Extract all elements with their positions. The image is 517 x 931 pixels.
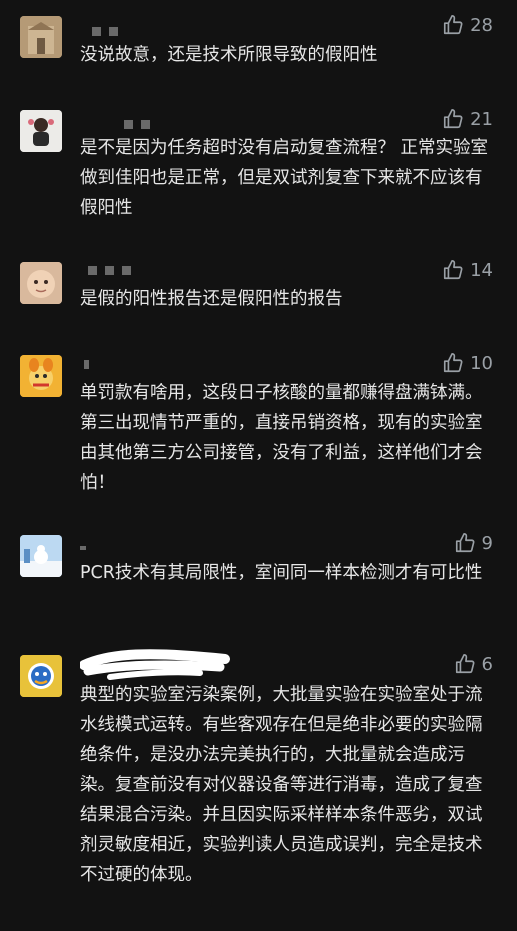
avatar[interactable] — [20, 262, 62, 304]
comment-text: 单罚款有啥用，这段日子核酸的量都赚得盘满钵满。第三出现情节严重的，直接吊销资格，… — [80, 383, 483, 493]
comment-text: 是假的阳性报告还是假阳性的报告 — [80, 289, 343, 309]
thumbs-up-icon — [444, 353, 463, 373]
like-count: 10 — [470, 352, 493, 374]
thumbs-up-icon — [455, 533, 475, 553]
username-redacted — [84, 360, 89, 369]
comment-text: 是不是因为任务超时没有启动复查流程？ 正常实验室做到佳阳也是正常，但是双试剂复查… — [80, 138, 489, 218]
like-count: 21 — [470, 108, 493, 130]
username-redacted — [124, 120, 150, 129]
thumbs-up-icon — [444, 109, 463, 129]
like-count: 14 — [470, 259, 493, 281]
thumbs-up-icon — [444, 15, 463, 35]
like-button[interactable]: 9 — [454, 532, 493, 554]
like-button[interactable]: 21 — [442, 108, 493, 130]
comment-text: 没说故意，还是技术所限导致的假阳性 — [80, 45, 378, 65]
like-count: 6 — [481, 653, 493, 675]
avatar[interactable] — [20, 535, 62, 577]
comment-text: 典型的实验室污染案例，大批量实验在实验室处于流水线模式运转。有些客观存在但是绝非… — [80, 685, 483, 885]
like-count: 28 — [470, 14, 493, 36]
username-redacted — [92, 27, 118, 36]
thumbs-up-icon — [455, 654, 475, 674]
like-count: 9 — [481, 532, 493, 554]
like-button[interactable]: 28 — [442, 14, 493, 36]
avatar[interactable] — [20, 655, 62, 697]
avatar[interactable] — [20, 355, 62, 397]
like-button[interactable]: 10 — [442, 352, 493, 374]
comment-text: PCR技术有其局限性，室间同一样本检测才有可比性 — [80, 563, 483, 583]
avatar[interactable] — [20, 110, 62, 152]
like-button[interactable]: 6 — [454, 653, 493, 675]
username-redacted — [80, 546, 86, 550]
thumbs-up-icon — [444, 260, 463, 280]
like-button[interactable]: 14 — [442, 259, 493, 281]
avatar[interactable] — [20, 16, 62, 58]
username-redacted — [88, 266, 131, 275]
